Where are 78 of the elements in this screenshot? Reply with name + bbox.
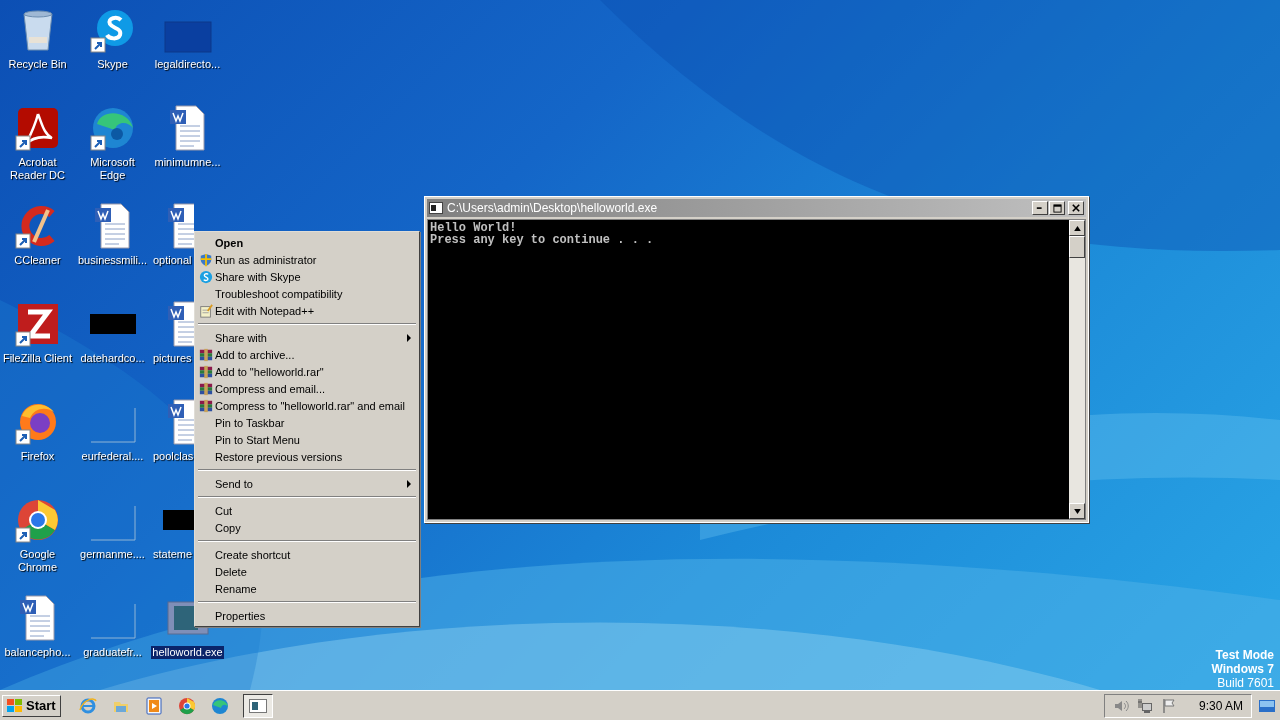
desktop-icon-label[interactable]: Acrobat Reader DC <box>0 156 75 182</box>
archive-icon <box>199 364 213 379</box>
desktop-icon-label[interactable]: optional <box>152 254 193 267</box>
maximize-icon <box>1052 203 1062 213</box>
desktop-icon-label[interactable]: poolclas <box>152 450 195 463</box>
menu-item[interactable]: Compress and email... <box>197 380 417 397</box>
scrollbar-thumb[interactable] <box>1069 236 1085 258</box>
archive-icon <box>199 347 213 362</box>
menu-item[interactable]: Pin to Start Menu <box>197 431 417 448</box>
desktop-icon-label[interactable]: legaldirecto... <box>153 58 222 71</box>
desktop-icon-label[interactable]: Microsoft Edge <box>75 156 150 182</box>
chat-app-icon <box>199 269 213 284</box>
desktop-icon-label[interactable]: Google Chrome <box>0 548 75 574</box>
menu-item[interactable]: Send to <box>197 475 417 492</box>
menu-item[interactable]: Troubleshoot compatibility <box>197 285 417 302</box>
minimize-icon <box>1036 206 1044 210</box>
system-notice: Test Mode <box>1215 648 1274 662</box>
desktop-icon-label[interactable]: CCleaner <box>13 254 62 267</box>
desktop-icon-label[interactable]: Firefox <box>19 450 56 463</box>
chrome-icon[interactable] <box>177 696 196 715</box>
desktop-icon-label[interactable]: FileZilla Client <box>1 352 74 365</box>
menu-item[interactable]: Cut <box>197 502 417 519</box>
taskbar-button[interactable] <box>242 693 273 718</box>
notepad-icon <box>199 303 213 318</box>
submenu-arrow-icon <box>407 333 411 342</box>
media-player-icon[interactable] <box>144 696 163 715</box>
clock[interactable]: 9:30 AM <box>1198 698 1243 713</box>
desktop-icon-label[interactable]: datehardco... <box>79 352 146 365</box>
browser-wave-icon[interactable] <box>210 696 229 715</box>
close-icon <box>1072 204 1080 212</box>
menu-item[interactable]: Open <box>197 234 417 251</box>
desktop-icon-label[interactable]: pictures <box>152 352 193 365</box>
maximize-button[interactable] <box>1049 201 1065 215</box>
archive-icon <box>199 381 213 396</box>
menu-item[interactable]: Add to "helloworld.rar" <box>197 363 417 380</box>
scroll-down-icon[interactable] <box>1073 508 1081 514</box>
desktop-icon-label[interactable]: balancepho... <box>3 646 72 659</box>
archive-icon <box>199 398 213 413</box>
menu-item[interactable]: Rename <box>197 580 417 597</box>
menu-item[interactable]: Delete <box>197 563 417 580</box>
submenu-arrow-icon <box>407 479 411 488</box>
network-icon[interactable] <box>1136 697 1153 714</box>
menu-item[interactable]: Share with <box>197 329 417 346</box>
system-notice: Windows 7 <box>1211 662 1274 676</box>
menu-item[interactable]: Run as administrator <box>197 251 417 268</box>
start-button[interactable]: Start <box>2 694 61 717</box>
console-icon <box>429 202 443 214</box>
menu-item[interactable]: Compress to "helloworld.rar" and email <box>197 397 417 414</box>
desktop-icon-label[interactable]: stateme <box>152 548 194 561</box>
menu-item[interactable]: Restore previous versions <box>197 448 417 465</box>
menu-item[interactable]: Share with Skype <box>197 268 417 285</box>
window-title: C:\Users\admin\Desktop\helloworld.exe <box>447 201 659 215</box>
menu-item[interactable]: Properties <box>197 607 417 624</box>
menu-item[interactable]: Create shortcut <box>197 546 417 563</box>
flag-icon[interactable] <box>1160 697 1177 714</box>
system-notice: Build 7601 <box>1217 676 1274 690</box>
menu-item[interactable]: Pin to Taskbar <box>197 414 417 431</box>
desktop-icon-label[interactable]: Skype <box>96 58 129 71</box>
console-icon <box>248 698 267 713</box>
desktop-icon-label[interactable]: germanme.... <box>79 548 146 561</box>
desktop-icon-label[interactable]: Recycle Bin <box>7 58 68 71</box>
desktop-icon-label[interactable]: helloworld.exe <box>151 646 224 659</box>
vertical-scrollbar[interactable] <box>1069 220 1085 519</box>
menu-item[interactable]: Add to archive... <box>197 346 417 363</box>
menu-item[interactable]: Copy <box>197 519 417 536</box>
minimize-button[interactable] <box>1032 201 1048 215</box>
browser-e-icon[interactable] <box>78 696 97 715</box>
desktop-icon-label[interactable]: minimumne... <box>153 156 222 169</box>
scroll-up-icon[interactable] <box>1073 225 1081 231</box>
console-line: Hello World! <box>430 222 517 234</box>
menu-item[interactable]: Edit with Notepad++ <box>197 302 417 319</box>
start-logo-icon <box>7 698 23 713</box>
desktop-icon-label[interactable]: eurfederal.... <box>80 450 145 463</box>
close-button[interactable] <box>1068 201 1084 215</box>
desktop-icon-label[interactable]: graduatefr... <box>82 646 143 659</box>
console-line: Press any key to continue . . . <box>430 234 655 246</box>
shield-icon <box>199 252 213 267</box>
desktop-icon-label[interactable]: businessmili... <box>76 254 149 267</box>
